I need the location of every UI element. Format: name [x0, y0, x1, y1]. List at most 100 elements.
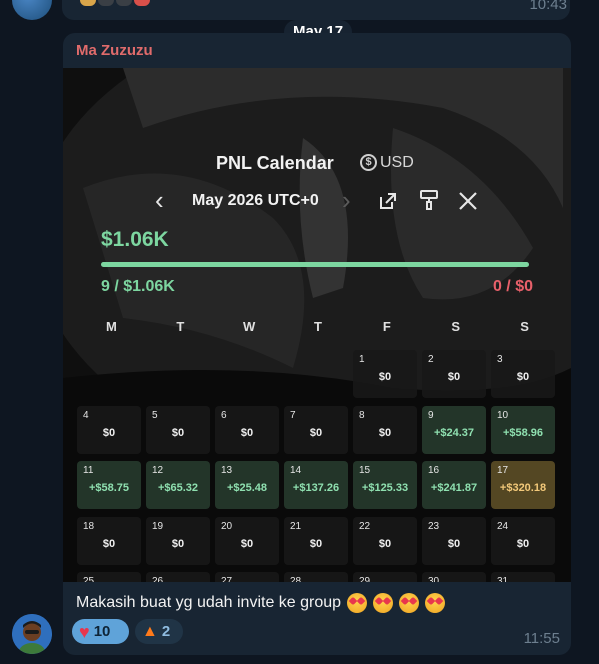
day-number: 1 — [359, 354, 365, 365]
heart-eyes-emoji-icon — [425, 593, 446, 613]
day-number: 11 — [83, 465, 94, 476]
calendar-day-cell[interactable]: 25$0 — [77, 572, 141, 582]
win-loss-progress-bar — [101, 262, 529, 267]
day-pnl-value: $0 — [447, 537, 461, 550]
paint-brush-icon[interactable] — [418, 189, 440, 211]
calendar-day-cell[interactable]: 20 $0 — [215, 516, 279, 565]
chevron-left-icon[interactable]: ‹ — [155, 186, 164, 214]
month-navigation: ‹ May 2026 UTC+0 › — [63, 186, 571, 216]
fire-icon: ▲ — [142, 622, 158, 640]
day-number: 6 — [221, 409, 227, 421]
day-pnl-value: +$58.96 — [502, 426, 544, 439]
message-time: 11:55 — [523, 630, 560, 647]
calendar-day-cell[interactable]: 7 $0 — [284, 405, 348, 454]
day-pnl-value: $0 — [240, 537, 254, 550]
calendar-day-cell[interactable]: 13 +$25.48 — [215, 461, 279, 509]
day-number: 30 — [428, 576, 440, 582]
calendar-day-cell[interactable]: 11 +$58.75 — [77, 461, 141, 509]
calendar-day-cell[interactable]: 30$0 — [422, 572, 486, 582]
external-link-icon[interactable] — [377, 190, 399, 212]
calendar-day-cell[interactable]: 18 $0 — [77, 516, 141, 565]
day-pnl-value: $0 — [240, 426, 254, 439]
calendar-day-cell[interactable]: 5 $0 — [146, 405, 210, 454]
day-pnl-value: +$137.26 — [292, 482, 340, 494]
month-label: May 2026 UTC+0 — [192, 192, 319, 209]
day-pnl-value: $0 — [102, 426, 116, 439]
day-number: 24 — [497, 520, 509, 532]
day-number: 25 — [83, 576, 95, 582]
losses-amount: $0 — [515, 278, 533, 295]
calendar-day-cell[interactable]: 29$0 — [353, 572, 417, 582]
day-number: 27 — [221, 576, 233, 582]
reaction-fire[interactable]: ▲ 2 — [135, 619, 183, 644]
day-pnl-value: +$65.32 — [157, 482, 199, 494]
calendar-day-cell[interactable]: 15 +$125.33 — [353, 461, 417, 509]
heart-icon: ♥ — [79, 621, 90, 642]
day-number: 16 — [428, 465, 440, 476]
message-bubble[interactable]: Ma Zuzuzu PNL Calendar $ USD ‹ May 2026 … — [63, 33, 571, 655]
pnl-title: PNL Calendar — [216, 153, 334, 173]
wins-count: 9 — [101, 278, 110, 295]
reaction-count: 2 — [161, 623, 171, 640]
weekday-label: W — [243, 319, 256, 334]
weekday-label: S — [520, 319, 529, 334]
calendar-day-cell[interactable]: 26$0 — [146, 572, 210, 582]
calendar-day-cell[interactable]: 19 $0 — [146, 516, 210, 565]
day-number: 10 — [497, 409, 509, 421]
reaction-heart[interactable]: ♥ 10 — [72, 619, 129, 644]
day-number: 9 — [428, 409, 434, 421]
day-pnl-value: $0 — [447, 371, 461, 383]
calendar-day-cell[interactable]: 12 +$65.32 — [146, 461, 210, 509]
calendar-day-cell[interactable]: 22 $0 — [353, 516, 417, 565]
chevron-right-icon[interactable]: › — [342, 186, 351, 214]
day-number: 17 — [497, 465, 509, 476]
day-number: 29 — [359, 576, 371, 582]
previous-message-reactions[interactable] — [80, 0, 150, 6]
weekday-label: S — [451, 319, 461, 334]
close-icon[interactable] — [456, 189, 480, 213]
calendar-day-cell[interactable]: 6 $0 — [215, 405, 279, 454]
weekday-label: F — [382, 319, 391, 334]
heart-eyes-emoji-icon — [399, 593, 420, 613]
calendar-day-cell[interactable]: 3 $0 — [491, 350, 555, 398]
calendar-day-cell[interactable]: 31$0 — [491, 572, 555, 582]
sender-avatar[interactable] — [12, 614, 52, 654]
calendar-day-cell[interactable]: 21 $0 — [284, 516, 348, 565]
calendar-day-cell[interactable]: 10 +$58.96 — [491, 405, 555, 454]
calendar-day-cell[interactable]: 14 +$137.26 — [284, 461, 348, 509]
day-pnl-value: +$24.37 — [433, 426, 475, 439]
day-number: 2 — [428, 354, 434, 365]
previous-sender-avatar[interactable] — [12, 0, 52, 20]
day-number: 5 — [152, 409, 158, 421]
day-pnl-value: $0 — [516, 371, 530, 383]
previous-message-time: 10:43 — [529, 0, 567, 13]
calendar-day-cell[interactable]: 17 +$320.18 — [491, 461, 555, 509]
losses-summary: 0 / $0 — [493, 278, 533, 296]
weekday-label: T — [176, 319, 185, 334]
losses-separator: / — [501, 278, 516, 295]
currency-label[interactable]: USD — [380, 150, 414, 176]
sender-name[interactable]: Ma Zuzuzu — [76, 42, 153, 59]
day-number: 3 — [497, 354, 503, 365]
calendar-day-cell[interactable]: 4 $0 — [77, 405, 141, 454]
day-number: 22 — [359, 520, 371, 532]
calendar-day-cell[interactable]: 1 $0 — [353, 350, 417, 398]
heart-eyes-emoji-icon — [373, 593, 394, 613]
day-number: 15 — [359, 465, 371, 476]
calendar-day-cell[interactable]: 27$0 — [215, 572, 279, 582]
calendar-day-cell[interactable]: 28$0 — [284, 572, 348, 582]
calendar-day-cell[interactable]: 24 $0 — [491, 516, 555, 565]
day-pnl-value: $0 — [309, 426, 323, 439]
day-number: 19 — [152, 520, 164, 532]
dollar-coin-icon: $ — [360, 154, 377, 171]
pnl-calendar-image[interactable]: PNL Calendar $ USD ‹ May 2026 UTC+0 › $1… — [63, 68, 571, 582]
day-number: 13 — [221, 465, 233, 476]
calendar-day-cell[interactable]: 16 +$241.87 — [422, 461, 486, 509]
day-pnl-value: $0 — [516, 537, 530, 550]
calendar-day-cell[interactable]: 23 $0 — [422, 516, 486, 565]
calendar-day-cell[interactable]: 8 $0 — [353, 405, 417, 454]
calendar-day-cell[interactable]: 9 +$24.37 — [422, 405, 486, 454]
progress-fill — [101, 262, 529, 267]
message-caption: Makasih buat yg udah invite ke group — [76, 593, 446, 613]
calendar-day-cell[interactable]: 2 $0 — [422, 350, 486, 398]
